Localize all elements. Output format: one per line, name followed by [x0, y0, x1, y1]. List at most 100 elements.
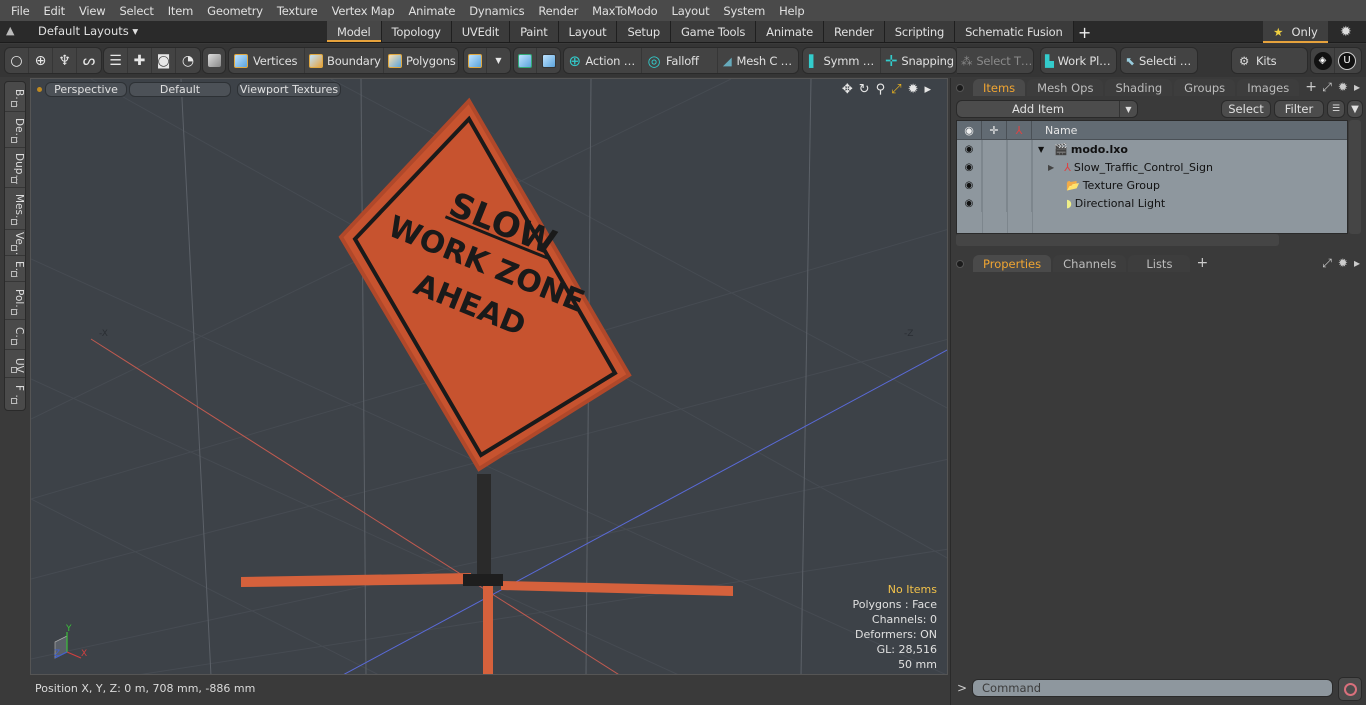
menu-system[interactable]: System [716, 4, 772, 18]
pan-icon[interactable]: ✥ [842, 82, 853, 97]
polygons-button[interactable]: Polygons [384, 48, 458, 73]
tree-row-light[interactable]: ◉ ◗ Directional Light [957, 194, 1347, 212]
tab-images[interactable]: Images [1237, 79, 1300, 96]
add-tab-button[interactable]: + [1074, 21, 1096, 43]
panel-maximize-icon[interactable]: ⤢ [1322, 80, 1332, 95]
tab-layout[interactable]: Layout [558, 21, 618, 42]
perspective-view-button[interactable]: Perspective [45, 82, 127, 97]
default-layouts-dropdown[interactable]: Default Layouts ▾ [38, 24, 138, 38]
menu-animate[interactable]: Animate [401, 4, 462, 18]
left-tab-uv[interactable]: UV [5, 350, 25, 378]
left-tab-basic[interactable]: B… [5, 82, 25, 112]
tab-channels[interactable]: Channels [1053, 255, 1127, 272]
rotate-icon[interactable]: ↻ [859, 82, 870, 97]
action-center-button[interactable]: ⊕ Action … [564, 48, 642, 73]
expand-triangle-icon[interactable]: ▶ [1048, 163, 1054, 172]
globe-tool-icon[interactable]: ⊕ [29, 48, 53, 73]
menu-layout[interactable]: Layout [665, 4, 717, 18]
menu-select[interactable]: Select [112, 4, 160, 18]
stack-tool-icon[interactable]: ☰ [104, 48, 128, 73]
only-button[interactable]: ★ Only [1263, 21, 1328, 43]
menu-help[interactable]: Help [772, 4, 811, 18]
circle-tool-icon[interactable]: ○ [5, 48, 29, 73]
filter-button[interactable]: Filter [1274, 100, 1324, 118]
tab-scripting[interactable]: Scripting [884, 21, 956, 42]
left-tab-mesh-edit[interactable]: Mes… [5, 188, 25, 230]
element-select-icon[interactable] [537, 48, 560, 73]
type-column-icon[interactable]: ⅄ [1007, 120, 1032, 140]
add-item-dropdown-icon[interactable]: ▼ [1119, 101, 1137, 117]
boundary-button[interactable]: Boundary [305, 48, 384, 73]
auto-select-icon[interactable] [514, 48, 538, 73]
tab-uvedit[interactable]: UVEdit [451, 21, 511, 42]
left-tab-deform[interactable]: De… [5, 112, 25, 148]
left-tab-edge[interactable]: E… [5, 256, 25, 282]
funnel-filter-icon[interactable]: ▼ [1347, 100, 1363, 118]
menu-item[interactable]: Item [161, 4, 200, 18]
eye-icon[interactable]: ◉ [957, 194, 982, 212]
tab-model[interactable]: Model [327, 21, 382, 42]
viewport-gear-icon[interactable]: ✹ [908, 82, 919, 97]
tab-paint[interactable]: Paint [510, 21, 559, 42]
collapse-triangle-icon[interactable]: ▼ [1038, 145, 1044, 154]
add-properties-tab-button[interactable]: + [1196, 255, 1208, 271]
list-options-icon[interactable]: ☰ [1327, 100, 1345, 118]
tab-lists[interactable]: Lists [1128, 255, 1191, 272]
tab-topology[interactable]: Topology [381, 21, 452, 42]
menu-texture[interactable]: Texture [270, 4, 325, 18]
tree-vertical-scrollbar[interactable] [1349, 120, 1361, 234]
vertices-button[interactable]: Vertices [229, 48, 305, 73]
kits-button[interactable]: ⚙ Kits [1232, 48, 1307, 73]
menu-maxtomodo[interactable]: MaxToModo [585, 4, 664, 18]
select-button[interactable]: Select [1221, 100, 1271, 118]
menu-dynamics[interactable]: Dynamics [462, 4, 531, 18]
viewport-textures-button[interactable]: Viewport Textures [237, 82, 341, 97]
properties-expand-icon[interactable]: ▸ [1354, 256, 1360, 271]
tab-mesh-ops[interactable]: Mesh Ops [1027, 79, 1104, 96]
left-tab-polygon[interactable]: Pol… [5, 282, 25, 320]
mesh-constraint-button[interactable]: ◢ Mesh C … [718, 48, 798, 73]
expand-right-icon[interactable]: ▸ [924, 82, 931, 97]
add-item-button[interactable]: Add Item ▼ [956, 100, 1138, 118]
menu-file[interactable]: File [4, 4, 36, 18]
zoom-icon[interactable]: ⚲ [876, 82, 886, 97]
command-input[interactable]: Command [972, 679, 1333, 697]
properties-gear-icon[interactable]: ✹ [1338, 256, 1348, 271]
tab-shading[interactable]: Shading [1105, 79, 1173, 96]
tab-render[interactable]: Render [823, 21, 885, 42]
lock-column-icon[interactable]: ✛ [982, 120, 1007, 140]
panel-expand-icon[interactable]: ▸ [1354, 80, 1360, 95]
menu-view[interactable]: View [72, 4, 113, 18]
visibility-column-icon[interactable]: ◉ [957, 120, 982, 140]
selection-sets-button[interactable]: ⬉ Selecti … [1121, 48, 1197, 73]
tree-row-scene[interactable]: ◉ ▼ 🎬 modo.lxo [957, 140, 1347, 158]
pen-tool-icon[interactable]: ♆ [53, 48, 77, 73]
tab-game-tools[interactable]: Game Tools [670, 21, 757, 42]
properties-maximize-icon[interactable]: ⤢ [1322, 256, 1332, 271]
tab-schematic-fusion[interactable]: Schematic Fusion [955, 21, 1074, 42]
tab-animate[interactable]: Animate [756, 21, 824, 42]
viewport-options-dot[interactable] [37, 87, 42, 92]
dial-tool-icon[interactable]: ◔ [176, 48, 200, 73]
menu-geometry[interactable]: Geometry [200, 4, 270, 18]
eye-icon[interactable]: ◉ [957, 176, 982, 194]
cross-tool-icon[interactable]: ✚ [128, 48, 152, 73]
maximize-icon[interactable]: ⤢ [891, 82, 901, 97]
tab-groups[interactable]: Groups [1174, 79, 1236, 96]
gear-icon[interactable]: ✹ [1340, 24, 1352, 40]
tab-properties[interactable]: Properties [973, 255, 1052, 272]
left-tab-duplicate[interactable]: Dup… [5, 148, 25, 188]
chevron-down-icon[interactable]: ▼ [487, 48, 510, 73]
menu-edit[interactable]: Edit [36, 4, 71, 18]
collapse-up-icon[interactable]: ▲ [6, 24, 22, 40]
panel-gear-icon[interactable]: ✹ [1338, 80, 1348, 95]
menu-render[interactable]: Render [531, 4, 585, 18]
add-panel-tab-button[interactable]: + [1305, 79, 1317, 95]
unity-icon[interactable]: ◈ [1311, 48, 1335, 73]
work-plane-button[interactable]: ▙ Work Pl… [1041, 48, 1116, 73]
unreal-icon[interactable]: U [1335, 48, 1359, 73]
shading-style-button[interactable]: Default [129, 82, 231, 97]
material-mode-icon[interactable] [464, 48, 488, 73]
3d-viewport[interactable]: SLOW WORK ZONE AHEAD Perspective Default… [30, 78, 948, 675]
tab-items[interactable]: Items [973, 79, 1026, 96]
